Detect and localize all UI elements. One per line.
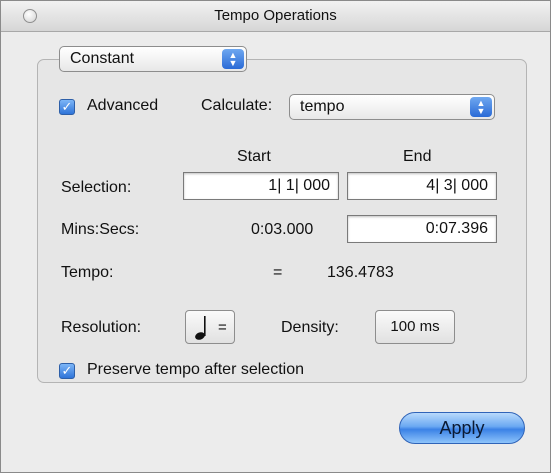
mode-popup[interactable]: Constant ▲ ▼ (59, 46, 247, 72)
calculate-popup[interactable]: tempo ▲ ▼ (289, 94, 495, 120)
resolution-note-button[interactable]: = (185, 310, 235, 344)
calculate-popup-value: tempo (300, 98, 345, 115)
popup-arrows-icon: ▲ ▼ (470, 97, 492, 117)
tempo-equals-sign: = (273, 264, 283, 281)
advanced-checkbox[interactable]: ✓ (59, 99, 75, 115)
selection-label: Selection: (61, 179, 132, 196)
selection-end-field[interactable]: 4| 3| 000 (347, 172, 497, 200)
density-label: Density: (281, 319, 339, 336)
mins-secs-end-field[interactable]: 0:07.396 (347, 215, 497, 243)
tempo-operations-window: Tempo Operations Constant ▲ ▼ ✓ Advanced … (0, 0, 551, 473)
resolution-label: Resolution: (61, 319, 142, 336)
start-column-header: Start (237, 148, 271, 165)
apply-button[interactable]: Apply (399, 412, 525, 444)
tempo-value: 136.4783 (327, 264, 394, 281)
mode-popup-value: Constant (70, 50, 135, 67)
mins-secs-label: Mins:Secs: (61, 221, 140, 238)
density-button[interactable]: 100 ms (375, 310, 455, 344)
popup-arrows-icon: ▲ ▼ (222, 49, 244, 69)
preserve-tempo-checkbox[interactable]: ✓ (59, 363, 75, 379)
quarter-note-icon (195, 316, 206, 340)
preserve-tempo-label: Preserve tempo after selection (87, 361, 304, 378)
mins-secs-start-value: 0:03.000 (251, 221, 314, 238)
tempo-label: Tempo: (61, 264, 114, 281)
selection-start-field[interactable]: 1| 1| 000 (183, 172, 339, 200)
title-bar[interactable]: Tempo Operations (1, 1, 550, 32)
advanced-label: Advanced (87, 97, 159, 114)
resolution-equals-sign: = (218, 319, 227, 336)
calculate-label: Calculate: (201, 97, 273, 114)
window-title: Tempo Operations (214, 7, 337, 24)
end-column-header: End (403, 148, 432, 165)
